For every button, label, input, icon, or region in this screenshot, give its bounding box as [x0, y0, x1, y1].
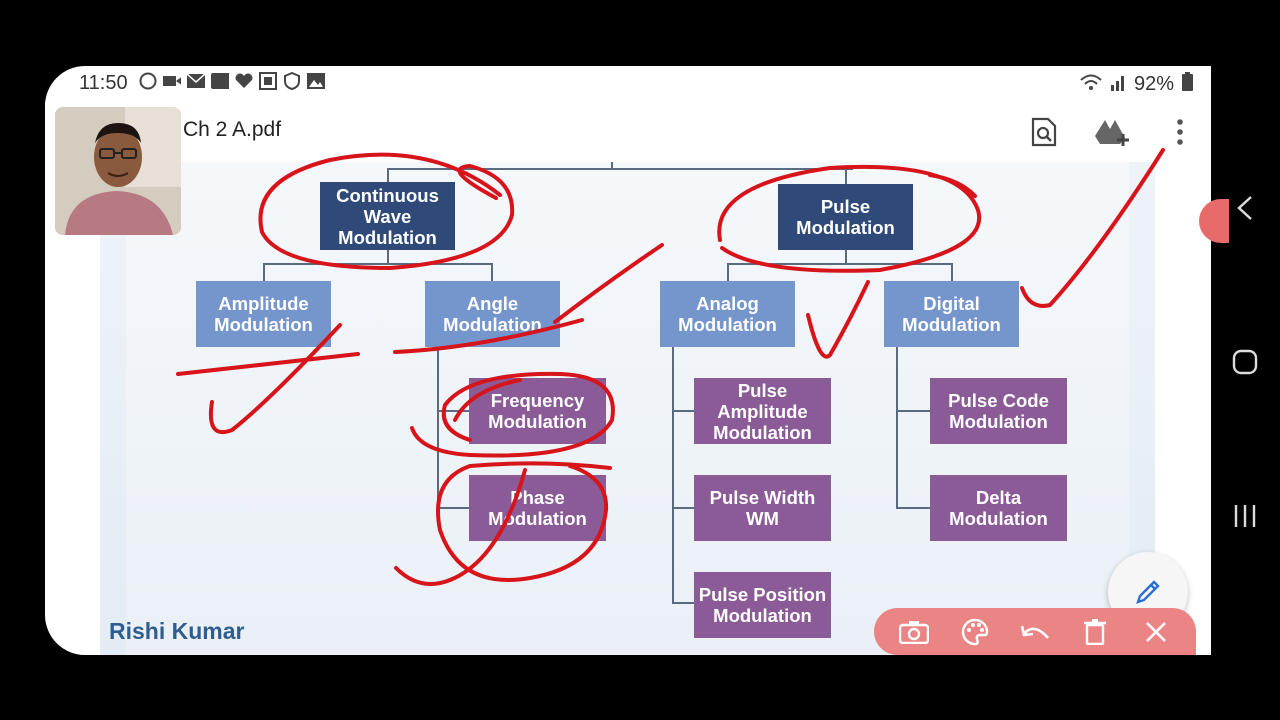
ink-circle-cw: [258, 152, 515, 270]
ink-check-am: [209, 323, 342, 434]
ink-circle-phm: [394, 461, 612, 586]
palette-icon[interactable]: [957, 614, 993, 650]
navigation-bar: [1211, 0, 1280, 720]
ink-check-analog: [806, 280, 870, 359]
ink-circle-pm: [717, 164, 982, 273]
delete-icon[interactable]: [1077, 614, 1113, 650]
recents-icon[interactable]: [1225, 496, 1265, 536]
ink-circle-fm: [410, 371, 615, 458]
camera-icon[interactable]: [896, 614, 932, 650]
back-chevron-icon[interactable]: [1225, 188, 1265, 228]
annotation-toolbar: [874, 608, 1196, 655]
close-icon[interactable]: [1138, 614, 1174, 650]
undo-icon[interactable]: [1017, 614, 1053, 650]
home-icon[interactable]: [1225, 342, 1265, 382]
ink-check-digital: [1020, 148, 1165, 308]
pen-icon: [1136, 580, 1160, 604]
webcam-overlay: [55, 107, 181, 235]
